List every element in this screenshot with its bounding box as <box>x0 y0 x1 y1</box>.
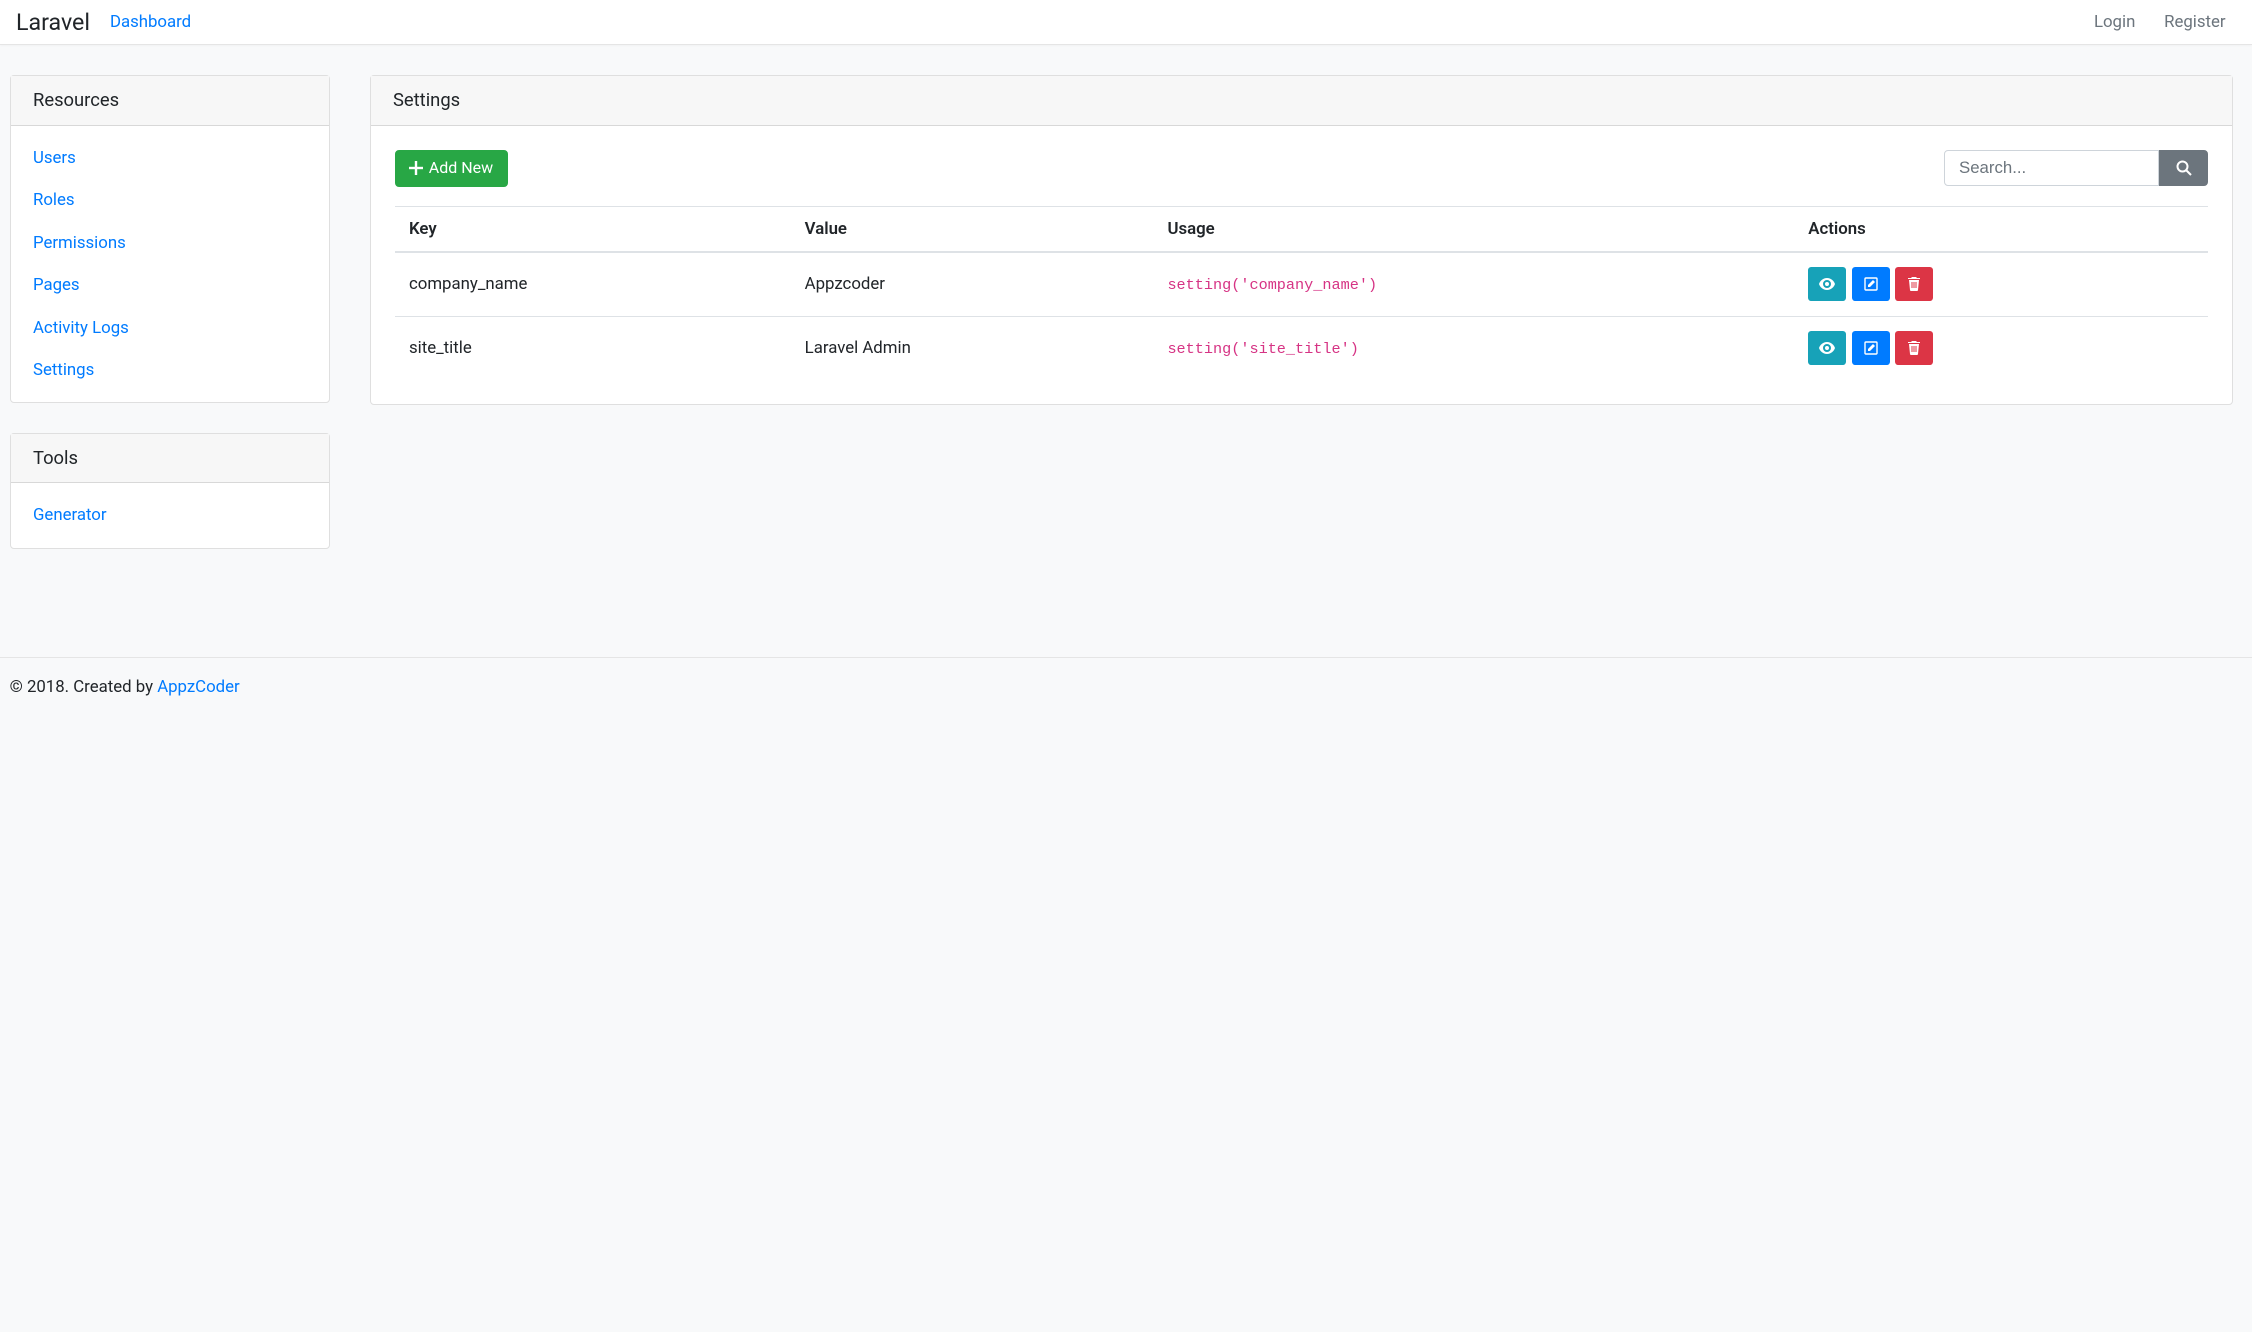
tools-list: Generator <box>33 505 306 525</box>
tools-title: Tools <box>11 434 329 483</box>
sidebar-item-generator[interactable]: Generator <box>33 505 107 525</box>
sidebar: Resources Users Roles Permissions Pages … <box>10 75 330 578</box>
table-row: site_title Laravel Admin setting('site_t… <box>395 316 2208 379</box>
search-input[interactable] <box>1944 150 2159 186</box>
resources-title: Resources <box>11 76 329 125</box>
col-key: Key <box>395 206 791 252</box>
plus-icon <box>409 161 423 175</box>
search-form <box>1944 150 2207 186</box>
action-buttons <box>1808 267 2193 301</box>
delete-button[interactable] <box>1895 267 1933 301</box>
page-title: Settings <box>371 76 2232 125</box>
navbar: Laravel Dashboard Login Register <box>0 0 2252 45</box>
nav-dashboard-link[interactable]: Dashboard <box>110 12 191 32</box>
action-buttons <box>1808 331 2193 365</box>
resources-card: Resources Users Roles Permissions Pages … <box>10 75 330 403</box>
view-button[interactable] <box>1808 331 1846 365</box>
footer-text: © 2018. Created by <box>10 677 158 697</box>
col-usage: Usage <box>1153 206 1794 252</box>
sidebar-item-roles[interactable]: Roles <box>33 190 75 210</box>
sidebar-item-pages[interactable]: Pages <box>33 275 80 295</box>
main: Settings Add New <box>370 75 2233 434</box>
sidebar-item-activity-logs[interactable]: Activity Logs <box>33 318 129 338</box>
resources-list: Users Roles Permissions Pages Activity L… <box>33 148 306 380</box>
cell-value: Appzcoder <box>790 252 1153 316</box>
table-row: company_name Appzcoder setting('company_… <box>395 252 2208 316</box>
col-value: Value <box>790 206 1153 252</box>
add-new-label: Add New <box>429 157 493 179</box>
tools-card: Tools Generator <box>10 433 330 549</box>
trash-icon <box>1908 277 1920 291</box>
table-header-row: Key Value Usage Actions <box>395 206 2208 252</box>
navbar-left: Laravel Dashboard <box>16 8 191 36</box>
sidebar-item-settings[interactable]: Settings <box>33 360 94 380</box>
search-button[interactable] <box>2159 150 2207 186</box>
edit-icon <box>1864 341 1878 355</box>
cell-usage: setting('company_name') <box>1153 252 1794 316</box>
login-link[interactable]: Login <box>2084 8 2146 36</box>
sidebar-item-permissions[interactable]: Permissions <box>33 233 126 253</box>
edit-icon <box>1864 277 1878 291</box>
cell-value: Laravel Admin <box>790 316 1153 379</box>
register-link[interactable]: Register <box>2154 8 2236 36</box>
cell-usage: setting('site_title') <box>1153 316 1794 379</box>
add-new-button[interactable]: Add New <box>395 150 508 187</box>
settings-card: Settings Add New <box>370 75 2233 404</box>
trash-icon <box>1908 341 1920 355</box>
footer: © 2018. Created by AppzCoder <box>0 657 2252 716</box>
navbar-right: Login Register <box>2084 8 2236 36</box>
sidebar-item-users[interactable]: Users <box>33 148 76 168</box>
delete-button[interactable] <box>1895 331 1933 365</box>
edit-button[interactable] <box>1852 267 1890 301</box>
footer-link[interactable]: AppzCoder <box>157 677 240 697</box>
usage-code: setting('site_title') <box>1167 340 1358 358</box>
brand-link[interactable]: Laravel <box>16 8 90 36</box>
usage-code: setting('company_name') <box>1167 276 1377 294</box>
search-icon <box>2176 160 2192 176</box>
col-actions: Actions <box>1794 206 2208 252</box>
eye-icon <box>1819 278 1835 290</box>
edit-button[interactable] <box>1852 331 1890 365</box>
cell-key: site_title <box>395 316 791 379</box>
cell-key: company_name <box>395 252 791 316</box>
toolbar: Add New <box>395 150 2208 187</box>
settings-table: Key Value Usage Actions company_name App… <box>395 206 2208 380</box>
view-button[interactable] <box>1808 267 1846 301</box>
eye-icon <box>1819 342 1835 354</box>
